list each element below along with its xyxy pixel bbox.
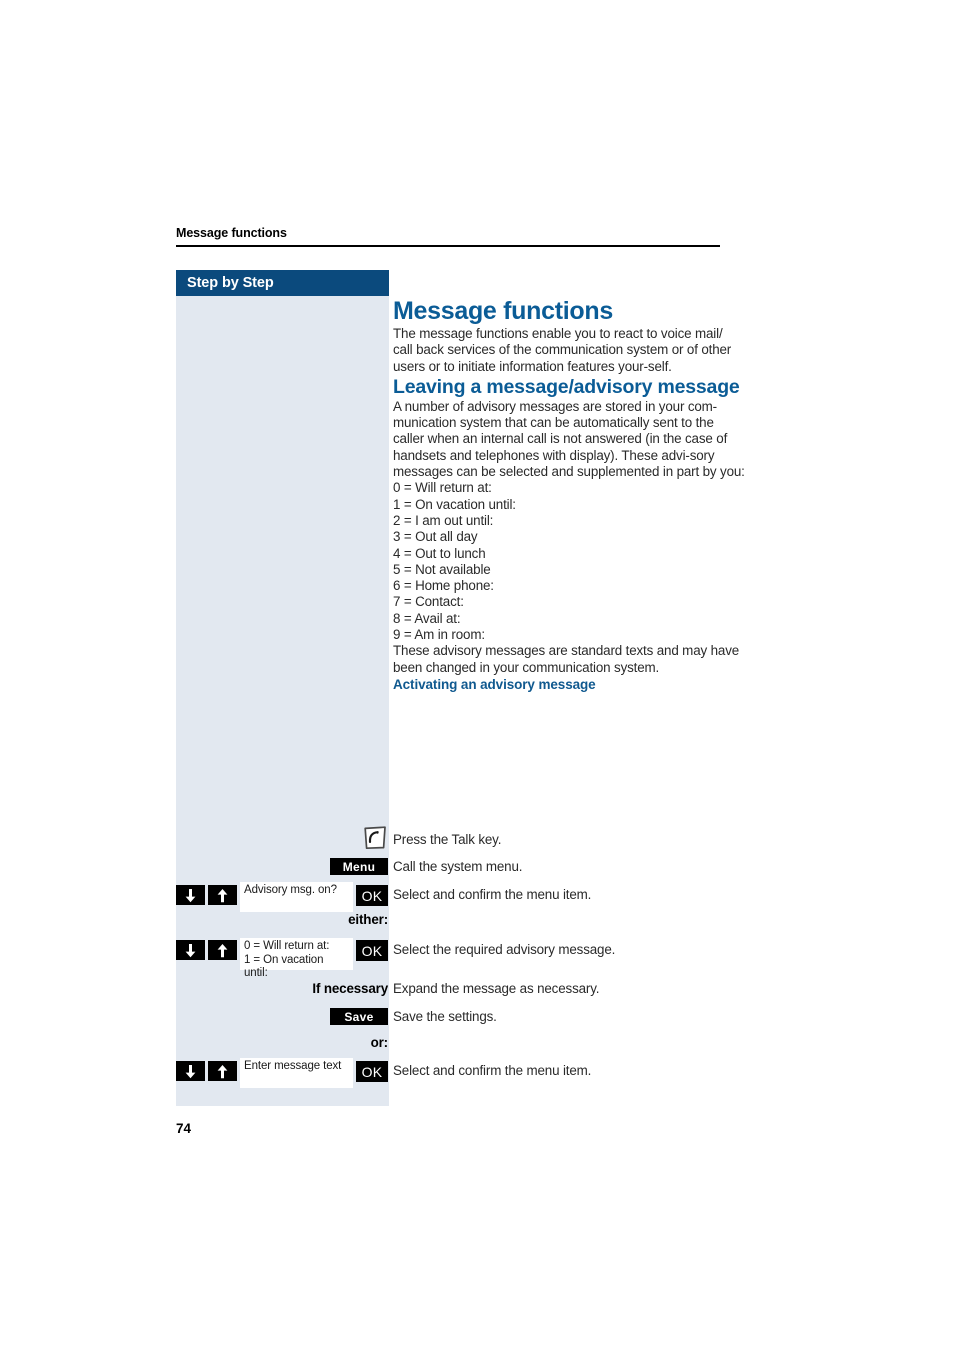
step-row: Advisory msg. on? OK Select and confirm … [176, 882, 746, 912]
step-row: If necessary Expand the message as neces… [176, 977, 746, 1005]
step-list: Press the Talk key. Menu Call the system… [176, 826, 746, 1092]
display-window: 0 = Will return at: 1 = On vacation unti… [240, 938, 353, 979]
scroll-up-key-icon[interactable] [208, 940, 237, 960]
list-item: 9 = Am in room: [393, 627, 485, 643]
list-item: 7 = Contact: [393, 594, 464, 610]
step-row: Enter message text OK Select and confirm… [176, 1058, 746, 1092]
step-instruction: Select the required advisory message. [393, 942, 616, 957]
ok-key-button[interactable]: OK [356, 940, 388, 961]
step-row: either: [176, 910, 746, 938]
list-item: 5 = Not available [393, 561, 491, 577]
step-instruction: Expand the message as necessary. [393, 981, 600, 996]
talk-key-icon[interactable] [362, 826, 388, 855]
section-intro-paragraph: A number of advisory messages are stored… [393, 398, 745, 480]
step-by-step-header-label: Step by Step [187, 275, 274, 291]
scroll-up-key-icon[interactable] [208, 1061, 237, 1081]
scroll-down-key-icon[interactable] [176, 885, 205, 905]
page-title: Message functions [393, 297, 613, 325]
step-row: Save Save the settings. [176, 1005, 746, 1033]
page-number: 74 [176, 1121, 192, 1136]
step-gutter: If necessary [176, 977, 389, 1005]
cue-label-or: or: [370, 1035, 389, 1050]
step-gutter: either: [176, 910, 389, 938]
cue-label-if-necessary: If necessary [312, 981, 388, 996]
intro-paragraph: The message functions enable you to reac… [393, 326, 732, 374]
cue-label-either: either: [348, 912, 388, 927]
step-instruction: Save the settings. [393, 1009, 497, 1024]
step-gutter: or: [176, 1033, 389, 1058]
save-softkey-button[interactable]: Save [330, 1008, 388, 1025]
scroll-down-key-icon[interactable] [176, 940, 205, 960]
list-item: 2 = I am out until: [393, 512, 494, 528]
step-row: or: [176, 1033, 746, 1058]
step-gutter: Save [176, 1005, 389, 1033]
procedure-heading: Activating an advisory message [393, 676, 596, 692]
running-head: Message functions [176, 226, 287, 240]
list-item: 8 = Avail at: [393, 610, 461, 626]
closing-note-paragraph: These advisory messages are standard tex… [393, 643, 740, 675]
display-window: Enter message text [240, 1058, 353, 1088]
step-gutter: Menu [176, 854, 389, 882]
menu-softkey-button[interactable]: Menu [330, 858, 388, 875]
step-instruction: Select and confirm the menu item. [393, 887, 592, 902]
step-gutter: 0 = Will return at: 1 = On vacation unti… [176, 938, 389, 979]
document-page: Message functions Step by Step Message f… [0, 0, 954, 1351]
step-gutter [176, 826, 389, 854]
section-title: Leaving a message/advisory message [393, 375, 740, 398]
display-line: Enter message text [244, 1060, 342, 1072]
display-line: 0 = Will return at: [244, 940, 330, 952]
step-by-step-header: Step by Step [176, 270, 389, 296]
step-instruction: Press the Talk key. [393, 832, 502, 847]
advisory-message-list: 0 = Will return at: 1 = On vacation unti… [393, 480, 745, 643]
step-row: Press the Talk key. [176, 826, 746, 854]
step-gutter: Enter message text OK [176, 1058, 389, 1092]
step-row: 0 = Will return at: 1 = On vacation unti… [176, 938, 746, 979]
ok-key-button[interactable]: OK [356, 885, 388, 906]
display-window: Advisory msg. on? [240, 882, 353, 912]
step-instruction: Select and confirm the menu item. [393, 1063, 592, 1078]
list-item: 6 = Home phone: [393, 578, 494, 594]
step-row: Menu Call the system menu. [176, 854, 746, 882]
display-line: Advisory msg. on? [244, 884, 337, 896]
list-item: 1 = On vacation until: [393, 496, 516, 512]
main-content: Message functions The message functions … [393, 296, 745, 693]
scroll-down-key-icon[interactable] [176, 1061, 205, 1081]
list-item: 4 = Out to lunch [393, 545, 486, 561]
list-item: 0 = Will return at: [393, 480, 492, 496]
step-instruction: Call the system menu. [393, 859, 523, 874]
step-gutter: Advisory msg. on? OK [176, 882, 389, 912]
scroll-up-key-icon[interactable] [208, 885, 237, 905]
ok-key-button[interactable]: OK [356, 1061, 388, 1082]
header-rule [176, 245, 720, 247]
list-item: 3 = Out all day [393, 529, 478, 545]
